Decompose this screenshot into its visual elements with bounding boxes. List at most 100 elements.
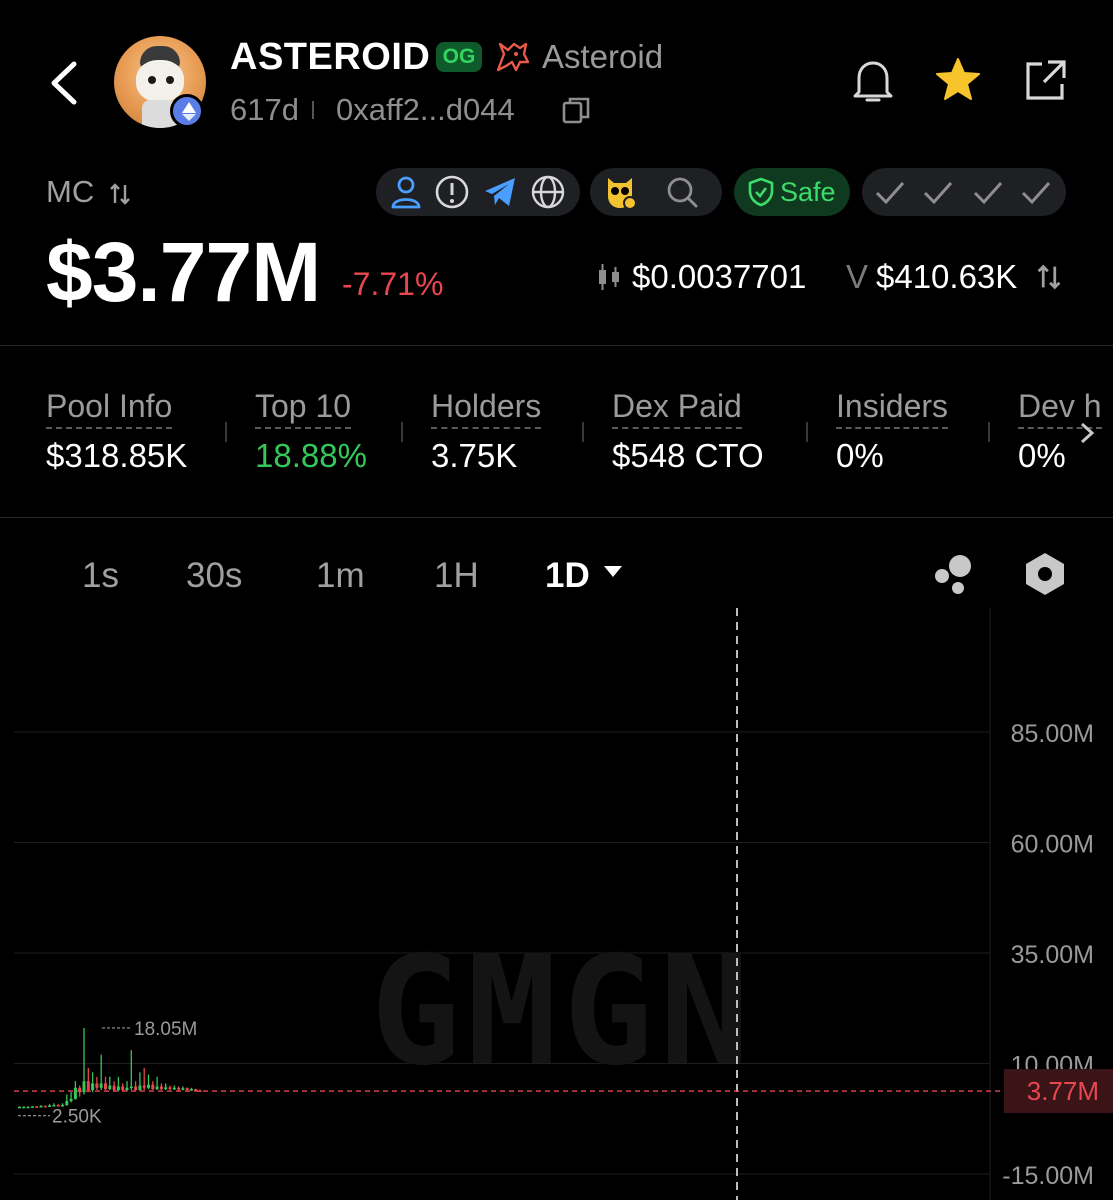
website-icon[interactable] xyxy=(530,174,566,210)
sort-icon[interactable] xyxy=(1036,262,1062,292)
checks-chip[interactable] xyxy=(862,168,1066,216)
star-icon[interactable] xyxy=(934,56,982,102)
stat-insiders[interactable]: Insiders 0% xyxy=(836,388,949,475)
info-icon[interactable] xyxy=(434,174,470,210)
timeframe-1s[interactable]: 1s xyxy=(82,556,119,596)
y-tick-label: 60.00M xyxy=(1011,831,1094,859)
candle-body xyxy=(172,1087,176,1090)
divider xyxy=(0,517,1113,518)
y-tick-label: 85.00M xyxy=(1011,720,1094,748)
candle-body xyxy=(129,1086,133,1088)
candle-body xyxy=(125,1087,129,1091)
candle-body xyxy=(95,1083,99,1088)
timeframe-1d[interactable]: 1D xyxy=(545,556,590,596)
tools-chip xyxy=(590,168,722,216)
safe-label: Safe xyxy=(780,177,836,207)
divider xyxy=(401,422,403,442)
og-badge: OG xyxy=(436,42,482,72)
shield-check-icon xyxy=(748,177,774,207)
bell-icon[interactable] xyxy=(850,56,896,106)
candle-body xyxy=(99,1083,103,1088)
copy-icon[interactable] xyxy=(562,96,590,124)
stat-top-10[interactable]: Top 10 18.88% xyxy=(255,388,367,475)
platform-name[interactable]: Asteroid xyxy=(542,38,663,76)
ethereum-icon xyxy=(170,94,204,128)
stat-holders[interactable]: Holders 3.75K xyxy=(431,388,542,475)
volume-label: V xyxy=(846,258,869,295)
token-name: ASTEROID xyxy=(230,36,431,78)
candle-body xyxy=(177,1087,181,1090)
unicorn-icon xyxy=(496,42,530,72)
divider xyxy=(312,101,314,119)
divider xyxy=(0,345,1113,346)
candle-body xyxy=(108,1085,112,1090)
candle-body xyxy=(112,1085,116,1091)
telegram-icon[interactable] xyxy=(482,174,518,210)
candle-body xyxy=(142,1085,146,1088)
stat-pool-info[interactable]: Pool Info $318.85K xyxy=(46,388,187,475)
price-chart[interactable]: GMGN85.00M60.00M35.00M10.00M-15.00M18.05… xyxy=(0,608,1113,1200)
market-cap-value: $3.77M xyxy=(46,225,321,319)
candle-body xyxy=(134,1086,138,1091)
candle-body xyxy=(91,1083,95,1091)
high-label: 18.05M xyxy=(134,1019,197,1040)
candle-body xyxy=(39,1105,43,1108)
market-cap-change: -7.71% xyxy=(342,266,444,302)
candle-body xyxy=(151,1084,155,1090)
bubbles-icon[interactable] xyxy=(930,552,978,596)
divider xyxy=(225,422,227,442)
contract-address[interactable]: 0xaff2...d044 xyxy=(336,92,515,128)
stat-dex-paid[interactable]: Dex Paid $548 CTO xyxy=(612,388,764,475)
candle-body xyxy=(185,1088,189,1091)
candle-body xyxy=(181,1088,185,1090)
owl-icon[interactable] xyxy=(602,174,638,210)
candle-body xyxy=(168,1087,172,1090)
candle-body xyxy=(43,1105,47,1108)
sort-icon[interactable] xyxy=(109,181,131,207)
candle-body xyxy=(198,1090,202,1092)
divider xyxy=(582,422,584,442)
chevron-down-icon[interactable] xyxy=(604,566,622,577)
candle-body xyxy=(190,1089,193,1091)
candle-body xyxy=(65,1101,69,1106)
y-tick-label: -15.00M xyxy=(1002,1162,1094,1190)
check-icon xyxy=(923,181,953,205)
settings-icon[interactable] xyxy=(1022,550,1068,598)
check-icon xyxy=(973,181,1003,205)
token-age: 617d xyxy=(230,92,299,127)
safe-chip[interactable]: Safe xyxy=(734,168,850,216)
watermark: GMGN xyxy=(370,925,755,1099)
volume-value: $410.63K xyxy=(876,258,1018,295)
check-icon xyxy=(1021,181,1051,205)
search-icon[interactable] xyxy=(664,174,700,210)
candle-body xyxy=(86,1081,90,1091)
candle-icon xyxy=(599,264,619,290)
mc-label[interactable]: MC xyxy=(46,174,131,210)
candle-body xyxy=(73,1087,77,1099)
check-icon xyxy=(875,181,905,205)
divider xyxy=(988,422,990,442)
candle-body xyxy=(116,1086,120,1091)
social-links-chip xyxy=(376,168,580,216)
candle-body xyxy=(121,1086,125,1091)
candle-body xyxy=(30,1106,34,1108)
divider xyxy=(806,422,808,442)
candle-body xyxy=(26,1106,30,1109)
back-icon[interactable] xyxy=(46,58,86,108)
candle-body xyxy=(155,1086,159,1090)
candle-body xyxy=(69,1098,73,1102)
share-icon[interactable] xyxy=(1022,58,1068,104)
user-icon[interactable] xyxy=(388,174,424,210)
timeframe-1h[interactable]: 1H xyxy=(434,556,479,596)
candle-body xyxy=(18,1106,21,1109)
candle-body xyxy=(159,1086,163,1090)
timeframe-1m[interactable]: 1m xyxy=(316,556,365,596)
timeframe-30s[interactable]: 30s xyxy=(186,556,242,596)
candle-body xyxy=(164,1087,168,1090)
token-header: ASTEROID OG Asteroid 617d 0xaff2...d044 xyxy=(0,0,1113,160)
y-tick-label: 35.00M xyxy=(1011,941,1094,969)
current-price-label: 3.77M xyxy=(1027,1076,1099,1106)
token-price: $0.0037701 xyxy=(632,258,807,295)
chevron-right-icon[interactable] xyxy=(1074,418,1100,448)
candle-body xyxy=(82,1081,86,1093)
